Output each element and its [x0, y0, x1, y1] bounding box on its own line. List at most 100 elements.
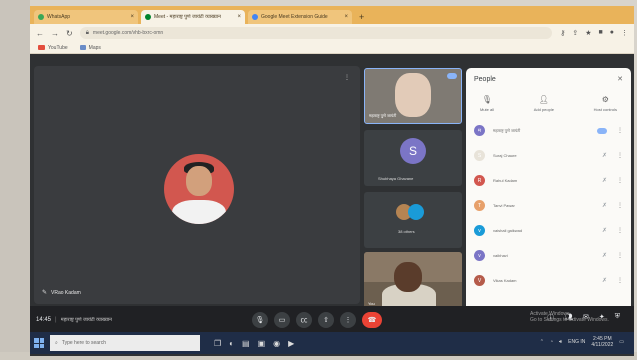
task-view-icon[interactable]: ❐	[214, 339, 221, 348]
youtube-icon	[38, 45, 45, 50]
call-controls: 🎙︎ ▭ ㏄ ⇧ ⋮ ☎︎	[252, 312, 382, 328]
camera-toggle-icon[interactable]: ▭	[274, 312, 290, 328]
speaking-icon	[447, 73, 457, 79]
panel-actions: 🎙︎ Mute all 👤︎ Add people ⚙︎ Host contro…	[474, 95, 623, 112]
file-explorer-icon[interactable]: ▤	[242, 339, 250, 348]
volume-icon[interactable]: 🔊︎	[559, 339, 562, 345]
close-icon[interactable]: ×	[237, 14, 241, 20]
host-controls-icon[interactable]: ⛨	[615, 313, 620, 323]
participant-list: म महाराष्ट्र पुणे जायंटी ⋮ S Suraj Chaur…	[474, 118, 623, 293]
others-tile[interactable]: 38 others	[364, 192, 462, 248]
tab-whatsapp[interactable]: WhatsApp ×	[34, 10, 138, 24]
avatar: S	[400, 138, 426, 164]
back-icon[interactable]: ←	[36, 29, 44, 38]
list-item[interactable]: V Vikas Kadam ✗ ⋮	[474, 268, 623, 293]
list-item[interactable]: T Tanvi Pawar ✗ ⋮	[474, 193, 623, 218]
address-bar: ← → ↻ 🔒︎ meet.google.com/vhb-bxrc-omn ⚷ …	[30, 24, 634, 42]
people-panel: People ✕ 🎙︎ Mute all 👤︎ Add people ⚙︎ Ho…	[466, 68, 631, 312]
more-icon[interactable]: ⋮	[617, 127, 623, 134]
windows-taskbar: ⌕ Type here to search ❐ ◐ ▤ ▣ ◉ ▶ ⌃ ◔ 🔊︎…	[30, 332, 634, 354]
reload-icon[interactable]: ↻	[66, 29, 73, 38]
bookmarks-bar: YouTube Maps	[30, 42, 634, 54]
browser-tabbar: WhatsApp × Meet - महाराष्ट्र पुणे जायंटी…	[30, 6, 634, 24]
mic-off-icon: 🎙︎	[481, 95, 493, 104]
system-tray: ⌃ ◔ 🔊︎ ENG IN 2:45 PM 4/11/2022 ▭	[540, 336, 624, 348]
mic-off-icon: ✗	[601, 253, 607, 259]
more-icon[interactable]: ⋮	[617, 277, 623, 284]
more-icon[interactable]: ⋮	[617, 227, 623, 234]
monitor-screen: WhatsApp × Meet - महाराष्ट्र पुणे जायंटी…	[30, 6, 634, 356]
mic-off-icon: ✗	[601, 153, 607, 159]
list-item[interactable]: v vaibhavi ✗ ⋮	[474, 243, 623, 268]
windows-start-icon[interactable]	[34, 338, 44, 348]
tray-arrow-icon[interactable]: ⌃	[540, 339, 544, 345]
star-icon[interactable]: ★	[585, 29, 591, 37]
host-controls-icon: ⚙︎	[601, 95, 609, 104]
list-item[interactable]: v vaishali gaikwad ✗ ⋮	[474, 218, 623, 243]
mic-off-icon: ✗	[601, 178, 607, 184]
menu-icon[interactable]: ⋮	[621, 29, 628, 37]
close-icon[interactable]: ×	[344, 14, 348, 20]
more-icon[interactable]: ⋮	[617, 152, 623, 159]
list-item[interactable]: S Suraj Chaure ✗ ⋮	[474, 143, 623, 168]
activate-windows-watermark: Activate Windows Go to Settings to activ…	[530, 311, 609, 323]
taskbar-clock[interactable]: 2:45 PM 4/11/2022	[591, 336, 613, 348]
avatar: S	[474, 150, 485, 161]
close-icon[interactable]: ×	[130, 14, 134, 20]
chrome-icon[interactable]: ◉	[273, 339, 280, 348]
more-icon[interactable]: ⋮	[617, 177, 623, 184]
more-options-icon[interactable]: ⋮	[340, 312, 356, 328]
more-icon[interactable]: ⋮	[617, 252, 623, 259]
participant-tile[interactable]: S Shubhaya Ghavane	[364, 130, 462, 186]
tab-guide[interactable]: Google Meet Extension Guide ×	[248, 10, 352, 24]
avatar: म	[474, 125, 485, 136]
meeting-title: महाराष्ट्र पुणे जायंटी व्याख्यान	[60, 317, 112, 323]
add-people-button[interactable]: 👤︎ Add people	[534, 95, 554, 112]
bookmark-maps[interactable]: Maps	[79, 45, 101, 51]
main-avatar	[164, 154, 234, 224]
avatar	[408, 204, 424, 220]
host-controls-button[interactable]: ⚙︎ Host controls	[594, 95, 617, 112]
browser-toolbar-icons: ⚷ ⇪ ★ ■ ● ⋮	[560, 29, 628, 37]
url-input[interactable]: 🔒︎ meet.google.com/vhb-bxrc-omn	[79, 27, 553, 39]
mic-off-icon: ✗	[601, 278, 607, 284]
avatar: v	[474, 250, 485, 261]
profile-icon[interactable]: ●	[610, 29, 614, 37]
share-icon[interactable]: ⇪	[572, 29, 578, 37]
photo-edge	[0, 0, 30, 360]
language-indicator[interactable]: ENG IN	[568, 339, 585, 345]
bookmark-youtube[interactable]: YouTube	[38, 45, 68, 51]
mic-toggle-icon[interactable]: 🎙︎	[252, 312, 268, 328]
mic-off-icon: ✎	[42, 290, 48, 296]
extension-icon[interactable]: ■	[599, 29, 603, 37]
key-icon[interactable]: ⚷	[560, 29, 565, 37]
close-icon[interactable]: ✕	[617, 75, 623, 83]
captions-icon[interactable]: ㏄	[296, 312, 312, 328]
more-icon[interactable]: ⋮	[617, 202, 623, 209]
taskbar-search-input[interactable]: ⌕ Type here to search	[50, 335, 200, 351]
store-icon[interactable]: ▣	[258, 339, 266, 348]
forward-icon[interactable]: →	[51, 29, 59, 38]
media-icon[interactable]: ▶	[288, 339, 294, 348]
new-tab-button[interactable]: +	[359, 12, 364, 22]
list-item[interactable]: R Rahul Kadam ✗ ⋮	[474, 168, 623, 193]
mic-off-icon: ✗	[601, 228, 607, 234]
avatar: T	[474, 200, 485, 211]
self-view-tile[interactable]: You	[364, 252, 462, 310]
tab-meet[interactable]: Meet - महाराष्ट्र पुणे जायंटी व्याख्यान …	[141, 10, 245, 24]
main-participant-name: ✎ VRao Kadam	[42, 289, 81, 297]
present-icon[interactable]: ⇧	[318, 312, 334, 328]
meeting-clock: 14:45	[36, 317, 52, 323]
main-participant-tile[interactable]: ⋮ ✎ VRao Kadam	[34, 66, 360, 304]
participant-tile[interactable]: महाराष्ट्र पुणे जायंटी	[364, 68, 462, 124]
network-icon[interactable]: ◔	[550, 339, 553, 345]
end-call-icon[interactable]: ☎︎	[362, 312, 382, 328]
google-icon	[252, 14, 258, 20]
edge-icon[interactable]: ◐	[229, 339, 234, 348]
notifications-icon[interactable]: ▭	[619, 339, 624, 345]
add-person-icon: 👤︎	[538, 95, 549, 104]
mute-all-button[interactable]: 🎙︎ Mute all	[480, 95, 494, 112]
speaking-icon	[597, 127, 607, 134]
avatar: R	[474, 175, 485, 186]
list-item[interactable]: म महाराष्ट्र पुणे जायंटी ⋮	[474, 118, 623, 143]
